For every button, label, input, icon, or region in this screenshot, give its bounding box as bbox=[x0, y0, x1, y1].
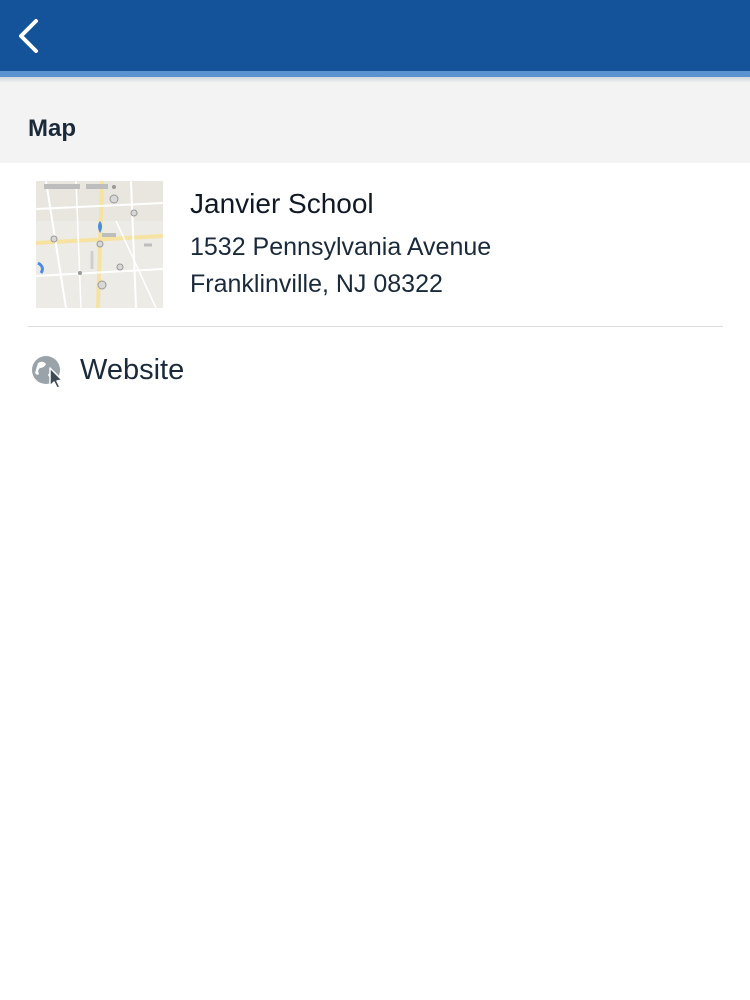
location-item[interactable]: Janvier School 1532 Pennsylvania Avenue … bbox=[0, 163, 750, 326]
map-thumbnail-graphic bbox=[36, 181, 163, 308]
globe-cursor-icon bbox=[32, 356, 63, 389]
address-line-2: Franklinville, NJ 08322 bbox=[190, 270, 443, 298]
website-link[interactable]: Website bbox=[0, 327, 750, 413]
chevron-left-icon bbox=[19, 19, 38, 53]
back-button[interactable] bbox=[6, 14, 50, 58]
map-thumbnail[interactable] bbox=[36, 181, 163, 308]
section-title: Map bbox=[28, 115, 76, 142]
location-name: Janvier School bbox=[190, 188, 374, 219]
address-line-1: 1532 Pennsylvania Avenue bbox=[190, 233, 492, 261]
top-navigation-bar bbox=[0, 0, 750, 71]
section-header bbox=[0, 83, 750, 163]
website-label: Website bbox=[80, 354, 185, 386]
